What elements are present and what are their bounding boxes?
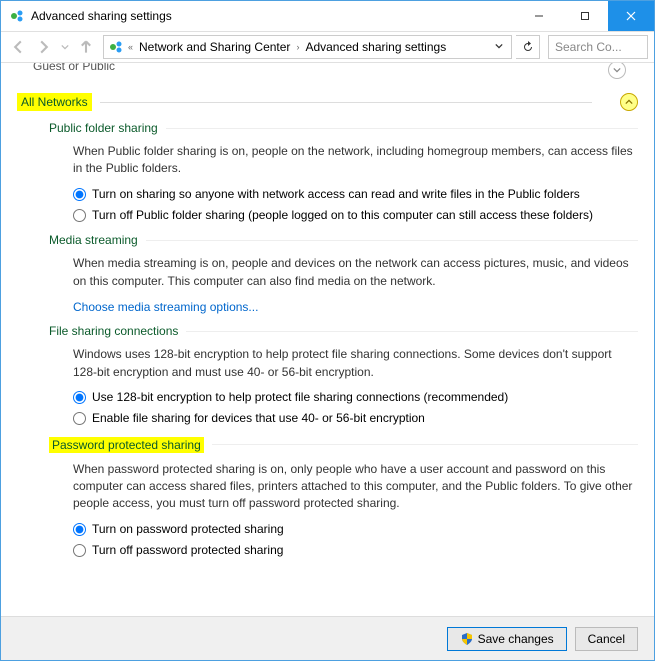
shield-icon	[460, 632, 474, 646]
subsection-title: Public folder sharing	[49, 121, 638, 135]
save-button[interactable]: Save changes	[447, 627, 567, 651]
breadcrumb-current[interactable]: Advanced sharing settings	[303, 40, 448, 54]
up-button[interactable]	[75, 36, 97, 58]
radio-public-on[interactable]: Turn on sharing so anyone with network a…	[73, 186, 638, 203]
subsection-desc: When Public folder sharing is on, people…	[73, 143, 638, 178]
breadcrumb-sep: ›	[296, 42, 299, 52]
subsection-desc: When media streaming is on, people and d…	[73, 255, 638, 290]
radio-128bit[interactable]: Use 128-bit encryption to help protect f…	[73, 389, 638, 406]
minimize-button[interactable]	[516, 1, 562, 31]
search-input[interactable]: Search Co...	[548, 35, 648, 59]
password-sharing-group: Password protected sharing When password…	[49, 437, 638, 559]
subsection-desc: Windows uses 128-bit encryption to help …	[73, 346, 638, 381]
radio-public-off[interactable]: Turn off Public folder sharing (people l…	[73, 207, 638, 224]
address-bar[interactable]: « Network and Sharing Center › Advanced …	[103, 35, 512, 59]
radio-40-56bit[interactable]: Enable file sharing for devices that use…	[73, 410, 638, 427]
refresh-button[interactable]	[516, 35, 540, 59]
radio-password-on[interactable]: Turn on password protected sharing	[73, 521, 638, 538]
cancel-button[interactable]: Cancel	[575, 627, 638, 651]
public-folder-sharing-group: Public folder sharing When Public folder…	[49, 121, 638, 223]
subsection-title: File sharing connections	[49, 324, 638, 338]
app-icon	[9, 8, 25, 24]
close-button[interactable]	[608, 1, 654, 31]
subsection-title: Password protected sharing	[49, 437, 638, 453]
subsection-title: Media streaming	[49, 233, 638, 247]
navbar: « Network and Sharing Center › Advanced …	[1, 31, 654, 63]
window-title: Advanced sharing settings	[31, 9, 516, 23]
footer: Save changes Cancel	[1, 616, 654, 660]
breadcrumb-parent[interactable]: Network and Sharing Center	[137, 40, 292, 54]
media-streaming-group: Media streaming When media streaming is …	[49, 233, 638, 314]
maximize-button[interactable]	[562, 1, 608, 31]
all-networks-header[interactable]: All Networks	[17, 93, 638, 111]
recent-dropdown[interactable]	[59, 36, 71, 58]
titlebar: Advanced sharing settings	[1, 1, 654, 31]
window-controls	[516, 1, 654, 31]
subsection-desc: When password protected sharing is on, o…	[73, 461, 638, 513]
content-area: Guest or Public All Networks Public fold…	[1, 63, 654, 616]
radio-password-off[interactable]: Turn off password protected sharing	[73, 542, 638, 559]
section-title: All Networks	[17, 93, 92, 111]
chevron-up-icon[interactable]	[620, 93, 638, 111]
address-dropdown[interactable]	[491, 42, 507, 52]
breadcrumb-sep: «	[128, 42, 133, 52]
network-icon	[108, 39, 124, 55]
back-button[interactable]	[7, 36, 29, 58]
previous-section-cut: Guest or Public	[17, 63, 638, 81]
forward-button[interactable]	[33, 36, 55, 58]
media-options-link[interactable]: Choose media streaming options...	[73, 300, 258, 314]
file-sharing-group: File sharing connections Windows uses 12…	[49, 324, 638, 426]
chevron-down-icon[interactable]	[608, 63, 626, 79]
